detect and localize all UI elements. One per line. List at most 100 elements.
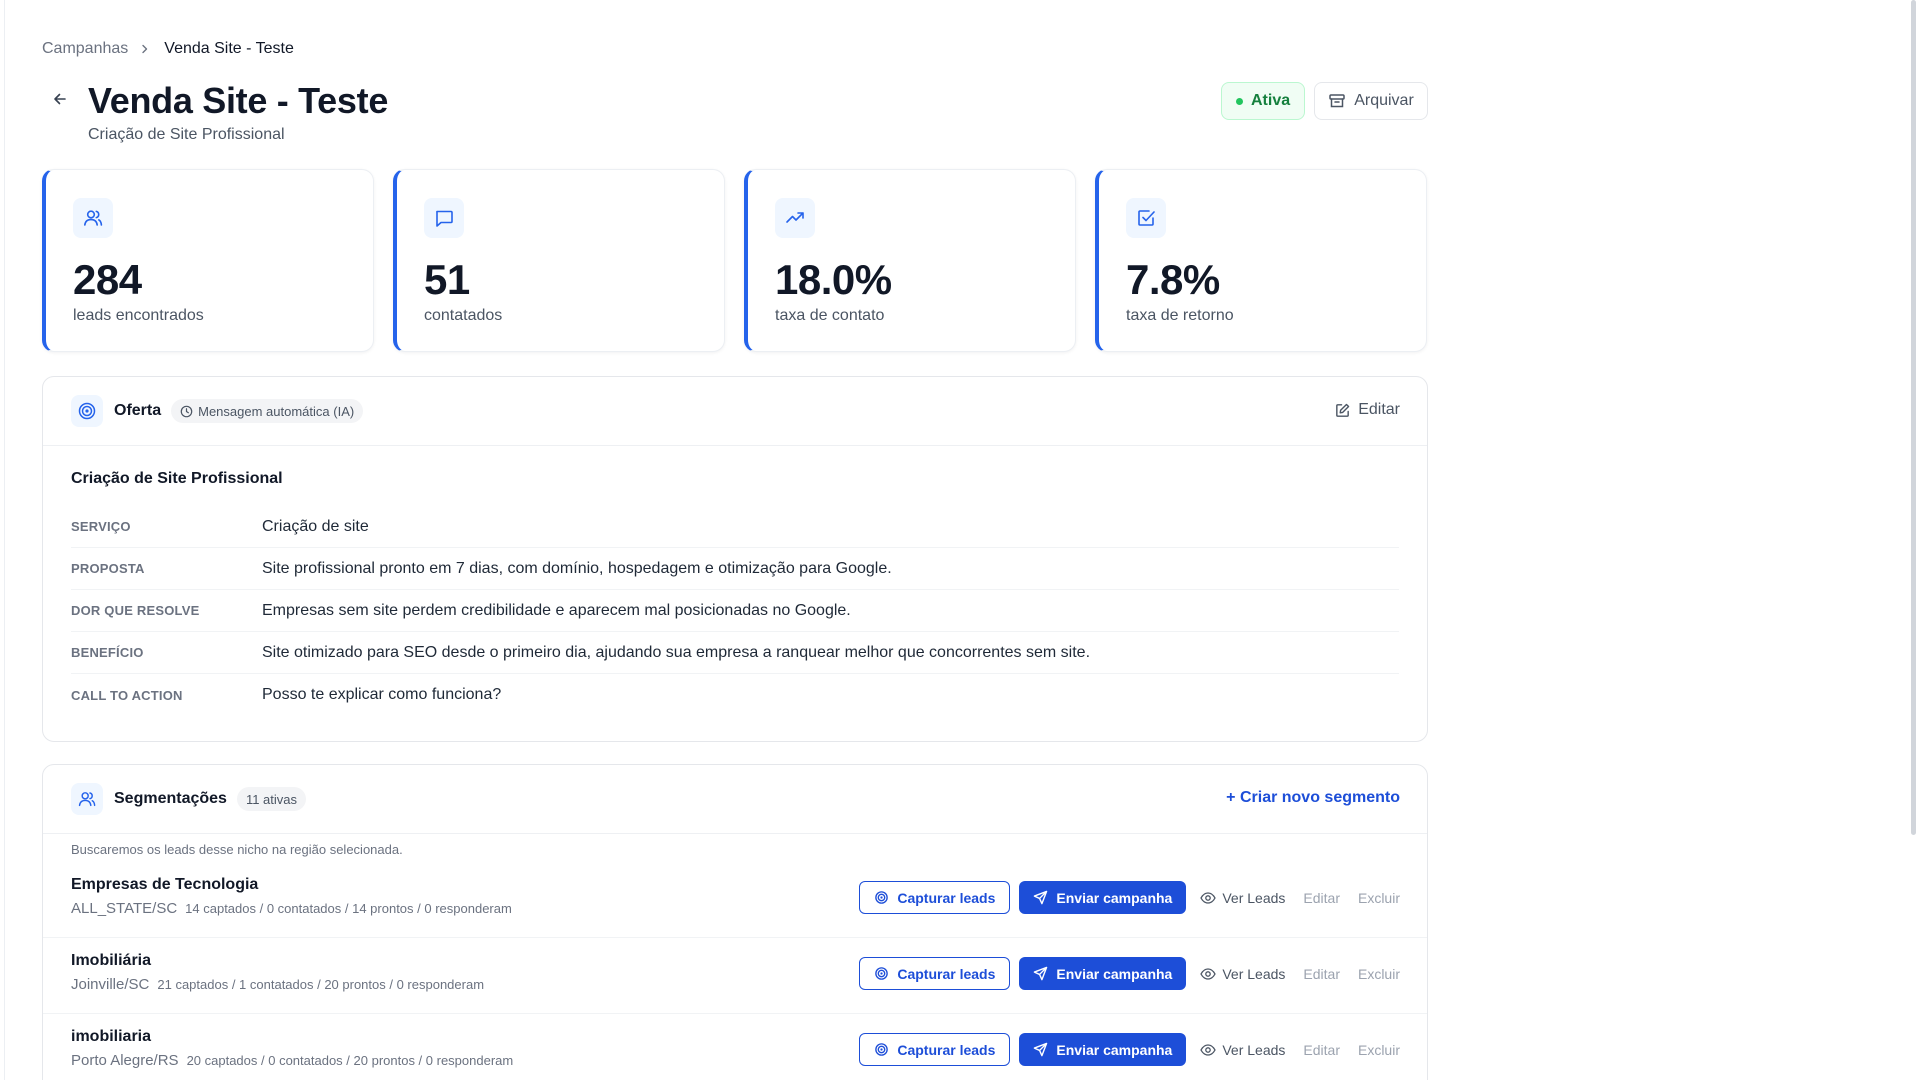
- send-icon: [1033, 1042, 1048, 1057]
- offer-field-row: SERVIÇO Criação de site: [71, 506, 1399, 548]
- stat-label: taxa de retorno: [1126, 307, 1234, 324]
- delete-segment-button[interactable]: Excluir: [1358, 1042, 1400, 1058]
- send-icon: [1033, 966, 1048, 981]
- view-leads-label: Ver Leads: [1222, 1041, 1286, 1058]
- segments-title: Segmentações: [114, 790, 227, 807]
- offer-field-value: Empresas sem site perdem credibilidade e…: [262, 601, 851, 619]
- segment-region: ALL_STATE/SC: [71, 900, 178, 917]
- stat-value: 18.0%: [775, 256, 892, 303]
- scrollbar[interactable]: [1906, 0, 1920, 1080]
- segment-actions: Capturar leads Enviar campanha Ver Leads…: [859, 1033, 1400, 1066]
- segment-stats: 14 captados / 0 contatados / 14 prontos …: [185, 901, 512, 916]
- back-button[interactable]: [49, 88, 71, 110]
- offer-card: Oferta Mensagem automática (IA) Editar C…: [42, 376, 1428, 742]
- eye-icon: [1200, 1042, 1217, 1058]
- offer-field-key: SERVIÇO: [71, 519, 131, 534]
- archive-button[interactable]: Arquivar: [1314, 82, 1428, 120]
- stat-card-leads: 284 leads encontrados: [42, 169, 374, 352]
- segment-name: imobiliaria: [71, 1028, 152, 1045]
- offer-field-value: Posso te explicar como funciona?: [262, 686, 502, 703]
- auto-message-badge: Mensagem automática (IA): [171, 399, 364, 423]
- view-leads-button[interactable]: Ver Leads: [1200, 1042, 1285, 1058]
- edit-segment-button[interactable]: Editar: [1303, 966, 1340, 982]
- stat-card-return-rate: 7.8% taxa de retorno: [1095, 169, 1427, 352]
- page-header: Venda Site - Teste Criação de Site Profi…: [42, 80, 1428, 150]
- offer-field-key: BENEFÍCIO: [71, 645, 144, 660]
- capture-leads-label: Capturar leads: [897, 965, 996, 982]
- offer-field-key: DOR QUE RESOLVE: [71, 603, 200, 618]
- stat-value: 7.8%: [1126, 256, 1220, 303]
- send-campaign-button[interactable]: Enviar campanha: [1019, 957, 1187, 990]
- send-campaign-label: Enviar campanha: [1056, 889, 1173, 906]
- segment-name: Imobiliária: [71, 952, 152, 969]
- capture-leads-button[interactable]: Capturar leads: [859, 957, 1011, 990]
- stat-label: contatados: [424, 307, 503, 324]
- offer-body: Criação de Site Profissional SERVIÇO Cri…: [43, 446, 1427, 716]
- offer-field-row: CALL TO ACTION Posso te explicar como fu…: [71, 674, 1399, 716]
- segment-row: Empresas de Tecnologia ALL_STATE/SC 14 c…: [43, 862, 1427, 938]
- offer-field-row: BENEFÍCIO Site otimizado para SEO desde …: [71, 632, 1399, 674]
- edit-offer-label: Editar: [1358, 401, 1400, 418]
- check-square-icon: [1126, 198, 1166, 238]
- view-leads-button[interactable]: Ver Leads: [1200, 966, 1285, 982]
- send-campaign-label: Enviar campanha: [1056, 965, 1173, 982]
- offer-card-header: Oferta Mensagem automática (IA) Editar: [43, 377, 1427, 446]
- eye-icon: [1200, 966, 1217, 982]
- segment-meta: ALL_STATE/SC 14 captados / 0 contatados …: [71, 900, 512, 917]
- send-campaign-button[interactable]: Enviar campanha: [1019, 881, 1187, 914]
- users-icon: [71, 783, 103, 815]
- segments-help-text: Buscaremos os leads desse nicho na regiã…: [71, 842, 403, 857]
- status-label: Ativa: [1251, 92, 1291, 109]
- breadcrumb-campaigns-link[interactable]: Campanhas: [42, 40, 128, 58]
- capture-leads-label: Capturar leads: [897, 1041, 996, 1058]
- active-count-badge: 11 ativas: [236, 787, 307, 811]
- capture-leads-button[interactable]: Capturar leads: [859, 1033, 1011, 1066]
- archive-icon: [1328, 92, 1346, 110]
- segment-name: Empresas de Tecnologia: [71, 876, 259, 893]
- stat-card-contacted: 51 contatados: [393, 169, 725, 352]
- status-badge: Ativa: [1221, 82, 1306, 120]
- create-segment-button[interactable]: + Criar novo segmento: [1226, 789, 1400, 807]
- scrollbar-thumb[interactable]: [1911, 0, 1916, 835]
- page-title: Venda Site - Teste: [88, 80, 389, 121]
- status-dot-icon: [1236, 97, 1243, 105]
- segment-meta: Joinville/SC 21 captados / 1 contatados …: [71, 976, 484, 993]
- view-leads-button[interactable]: Ver Leads: [1200, 890, 1285, 906]
- capture-leads-button[interactable]: Capturar leads: [859, 881, 1011, 914]
- segment-row: imobiliaria Porto Alegre/RS 20 captados …: [43, 1014, 1427, 1080]
- edit-icon: [1334, 402, 1351, 419]
- offer-field-row: DOR QUE RESOLVE Empresas sem site perdem…: [71, 590, 1399, 632]
- offer-field-key: CALL TO ACTION: [71, 687, 183, 703]
- segments-card: Segmentações 11 ativas + Criar novo segm…: [42, 764, 1428, 1080]
- offer-field-row: PROPOSTA Site profissional pronto em 7 d…: [71, 548, 1399, 590]
- message-icon: [424, 198, 464, 238]
- delete-segment-button[interactable]: Excluir: [1358, 966, 1400, 982]
- target-icon: [874, 1042, 889, 1057]
- edit-offer-button[interactable]: Editar: [1334, 401, 1400, 419]
- offer-field-key: PROPOSTA: [71, 561, 145, 576]
- stat-card-contact-rate: 18.0% taxa de contato: [744, 169, 1076, 352]
- stat-label: taxa de contato: [775, 307, 885, 324]
- offer-name: Criação de Site Profissional: [71, 470, 283, 487]
- clock-icon: [180, 405, 193, 418]
- stats-row: 284 leads encontrados 51 contatados 18.0…: [42, 169, 1427, 352]
- arrow-left-icon: [52, 91, 68, 107]
- auto-message-label: Mensagem automática (IA): [198, 403, 355, 419]
- segment-actions: Capturar leads Enviar campanha Ver Leads…: [859, 957, 1400, 990]
- send-icon: [1033, 890, 1048, 905]
- offer-field-value: Criação de site: [262, 517, 369, 535]
- offer-field-value: Site otimizado para SEO desde o primeiro…: [262, 643, 1091, 661]
- edit-segment-button[interactable]: Editar: [1303, 1042, 1340, 1058]
- eye-icon: [1200, 890, 1217, 906]
- segment-region: Porto Alegre/RS: [71, 1052, 179, 1069]
- send-campaign-button[interactable]: Enviar campanha: [1019, 1033, 1187, 1066]
- delete-segment-button[interactable]: Excluir: [1358, 890, 1400, 906]
- offer-title: Oferta: [114, 402, 162, 419]
- stat-value: 51: [424, 256, 470, 303]
- stat-label: leads encontrados: [73, 307, 204, 324]
- edit-segment-button[interactable]: Editar: [1303, 890, 1340, 906]
- left-divider: [4, 0, 5, 1080]
- chevron-right-icon: [140, 44, 150, 54]
- segment-stats: 20 captados / 0 contatados / 20 prontos …: [186, 1053, 514, 1068]
- view-leads-label: Ver Leads: [1222, 889, 1286, 906]
